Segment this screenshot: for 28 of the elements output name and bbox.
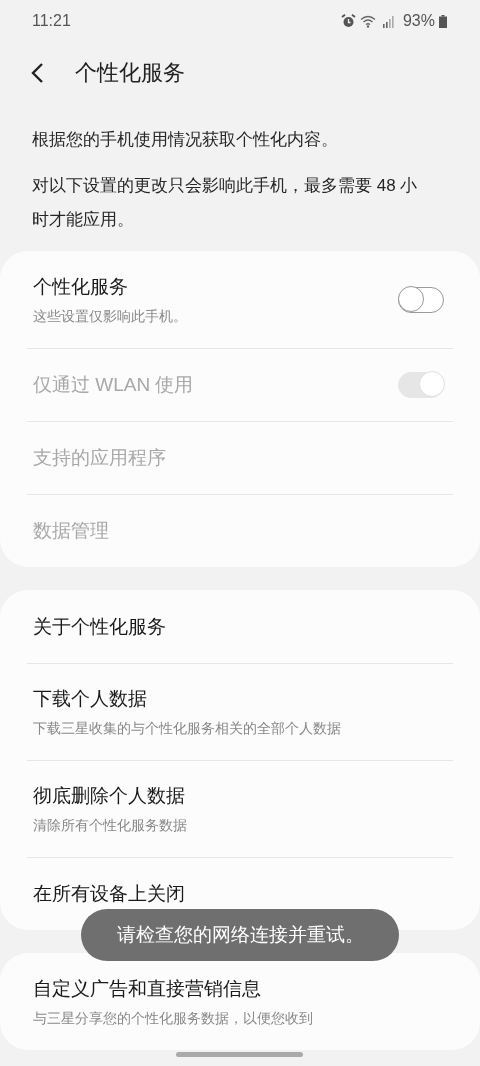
item-subtitle: 清除所有个性化服务数据 [33, 816, 187, 835]
settings-item[interactable]: 个性化服务 这些设置仅影响此手机。 [0, 251, 480, 348]
signal-icon [380, 14, 395, 28]
description-text: 根据您的手机使用情况获取个性化内容。 [31, 129, 339, 151]
settings-item[interactable]: 彻底删除个人数据 清除所有个性化服务数据 [0, 760, 480, 857]
wifi-icon [359, 14, 377, 28]
item-subtitle: 与三星分享您的个性化服务数据，以便您收到 [33, 1009, 313, 1028]
item-title: 下载个人数据 [33, 686, 148, 711]
page-title: 个性化服务 [75, 59, 185, 87]
item-subtitle: 这些设置仅影响此手机。 [33, 307, 187, 326]
item-subtitle: 下载三星收集的与个性化服务相关的全部个人数据 [33, 719, 341, 738]
network-toast: 请检查您的网络连接并重试。 [81, 909, 399, 961]
item-title: 关于个性化服务 [33, 614, 166, 639]
item-title: 数据管理 [33, 518, 109, 543]
toggle-switch[interactable] [398, 286, 444, 313]
battery-percent: 93% [402, 12, 435, 30]
status-time: 11:21 [32, 12, 71, 30]
item-title: 个性化服务 [33, 274, 129, 299]
settings-item[interactable]: 关于个性化服务 [0, 590, 480, 663]
settings-item[interactable]: 下载个人数据 下载三星收集的与个性化服务相关的全部个人数据 [0, 663, 480, 760]
battery-icon [439, 14, 447, 28]
alarm-icon [340, 14, 356, 28]
item-title: 仅通过 WLAN 使用 [33, 372, 194, 397]
item-title: 自定义广告和直接营销信息 [33, 976, 262, 1001]
description-text: 对以下设置的更改只会影响此手机，最多需要 48 小时才能应用。 [31, 175, 419, 231]
item-title: 在所有设备上关闭 [33, 881, 185, 906]
item-title: 彻底删除个人数据 [33, 783, 186, 808]
item-title: 支持的应用程序 [33, 445, 166, 470]
